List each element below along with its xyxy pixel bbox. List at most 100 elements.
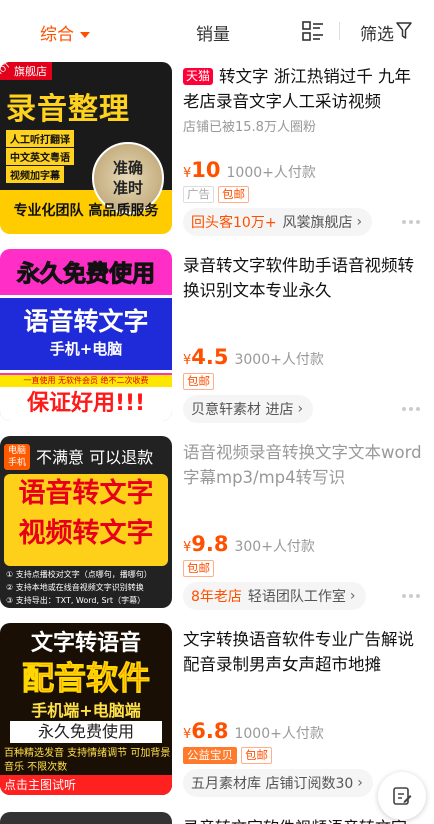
- product-info: 文字转换语音软件专业广告解说配音录制男声女声超市地摊: [183, 627, 422, 677]
- shop-link[interactable]: 贝意轩素材 进店 ›: [183, 395, 314, 423]
- feedback-button[interactable]: [378, 772, 426, 820]
- free-shipping-tag: 包邮: [183, 373, 214, 390]
- thumb-line: 视频加字幕: [6, 166, 64, 183]
- enter-shop-label: 进店: [265, 402, 294, 418]
- product-thumbnail[interactable]: 永久免费使用 语音转文字 手机+电脑 一直使用 无软件会员 绝不二次收费 保证好…: [0, 249, 172, 421]
- thumb-top-text: 永久免费使用: [17, 261, 156, 288]
- product-info: 录音转文字软件助手语音视频转换识别文本专业永久: [183, 253, 422, 303]
- sold-count: 3000+人付款: [234, 352, 324, 368]
- shop-name: 风裳旗舰店: [282, 215, 353, 231]
- tag-list: 公益宝贝 包邮: [183, 747, 272, 764]
- price-line: ¥ 4.5 3000+人付款: [183, 345, 324, 369]
- free-shipping-tag: 包邮: [241, 747, 272, 764]
- shop-subscribers: 店铺订阅数30: [265, 776, 354, 792]
- thumb-line: 人工听打翻译: [6, 130, 74, 147]
- sort-sales-tab[interactable]: 销量: [196, 20, 230, 45]
- price-line: ¥ 10 1000+人付款: [183, 158, 316, 182]
- product-price: 10: [191, 158, 221, 182]
- thumb-banner: 永久免费使用: [10, 721, 162, 743]
- product-price: 6.8: [191, 719, 229, 743]
- sold-count: 1000+人付款: [234, 726, 324, 742]
- chevron-right-icon: ›: [356, 214, 363, 230]
- free-shipping-tag: 包邮: [218, 186, 249, 203]
- caret-down-icon: [80, 32, 90, 38]
- ad-tag: 广告: [183, 186, 214, 203]
- shop-name: 贝意轩素材: [191, 402, 261, 418]
- product-title[interactable]: 天猫 转文字 浙江热销过千 九年老店录音文字人工采访视频: [183, 64, 422, 114]
- product-title: 录音转文字软件视频语音转文字: [183, 814, 407, 824]
- chevron-right-icon: ›: [357, 775, 363, 791]
- product-thumbnail[interactable]: 旗舰店 HOT 录音整理 人工听打翻译 中文英文粤语 视频加字幕 准确 准时 专…: [0, 62, 172, 234]
- shop-highlight: 8年老店: [191, 589, 242, 605]
- currency-symbol: ¥: [183, 353, 192, 368]
- chevron-right-icon: ›: [349, 588, 356, 604]
- tag-list: 广告 包邮: [183, 186, 249, 203]
- sold-count: 1000+人付款: [226, 165, 316, 181]
- sort-comprehensive-label: 综合: [40, 25, 74, 45]
- free-shipping-tag: 包邮: [183, 560, 214, 577]
- product-title[interactable]: 语音视频录音转换文字文本word字幕mp3/mp4转写识: [183, 440, 422, 490]
- product-thumbnail[interactable]: 电脑手机 不满意 可以退款 语音转文字 视频转文字 ① 支持点播校对文字（点哪句…: [0, 436, 172, 608]
- thumb-cta: 点击主图试听: [0, 775, 172, 795]
- shop-link[interactable]: 回头客10万+ 风裳旗舰店 ›: [183, 208, 373, 236]
- thumb-bottom-text: 保证好用!!!: [0, 387, 172, 421]
- product-title[interactable]: 录音转文字软件助手语音视频转换识别文本专业永久: [183, 253, 422, 303]
- thumb-banner: 语音转文字 手机+电脑: [0, 295, 172, 373]
- thumb-caption: 不满意 可以退款: [36, 448, 154, 467]
- edit-icon: [393, 787, 412, 805]
- divider: [339, 22, 340, 40]
- thumb-notes: ① 支持点播校对文字（点哪句，播哪句） ② 支持本地或在线音视频文字识别转换 ③…: [6, 568, 152, 607]
- thumb-headline: 配音软件: [21, 659, 150, 698]
- charity-tag: 公益宝贝: [183, 747, 237, 764]
- product-title-text: 转文字 浙江热销过千 九年老店录音文字人工采访视频: [183, 67, 412, 111]
- sort-comprehensive-tab[interactable]: 综合: [40, 20, 90, 45]
- price-line: ¥ 9.8 300+人付款: [183, 532, 315, 556]
- product-price: 4.5: [191, 345, 229, 369]
- thumb-note: ② 支持本地或在线音视频文字识别转换: [6, 583, 144, 592]
- product-thumbnail[interactable]: 文字转语音 配音软件 手机端+电脑端 永久免费使用 百种精选发音 支持情绪调节 …: [0, 623, 172, 795]
- more-options-icon[interactable]: [402, 220, 420, 224]
- thumb-note: ① 支持点播校对文字（点哪句，播哪句）: [6, 570, 152, 579]
- list-layout-icon[interactable]: [302, 20, 324, 42]
- shop-name: 五月素材库: [191, 776, 261, 792]
- chevron-right-icon: ›: [297, 401, 304, 417]
- currency-symbol: ¥: [183, 727, 192, 742]
- thumb-footer: 专业化团队 高品质服务: [13, 203, 159, 219]
- tmall-badge: 天猫: [183, 68, 214, 85]
- sort-bar: 综合 销量 筛选: [0, 0, 434, 62]
- next-product-peek: 录音转文字软件视频语音转文字: [0, 812, 434, 824]
- thumb-line: 视频转文字: [18, 518, 154, 549]
- filter-funnel-icon[interactable]: [396, 22, 412, 40]
- thumb-main-text: 语音转文字: [23, 307, 149, 336]
- thumb-card: 语音转文字 视频转文字: [4, 474, 168, 566]
- thumb-headline: 录音整理: [6, 92, 130, 127]
- thumb-seal-text: 准确: [112, 159, 143, 177]
- product-info: 语音视频录音转换文字文本word字幕mp3/mp4转写识: [183, 440, 422, 490]
- product-price: 9.8: [191, 532, 229, 556]
- thumb-seal-text: 准时: [112, 179, 143, 197]
- currency-symbol: ¥: [183, 166, 192, 181]
- currency-symbol: ¥: [183, 540, 192, 555]
- thumb-sub-text: 手机+电脑: [49, 340, 123, 358]
- filter-button[interactable]: 筛选: [360, 20, 394, 45]
- thumb-line: 语音转文字: [18, 478, 154, 509]
- shop-highlight: 回头客10万+: [191, 215, 277, 231]
- thumb-features: 百种精选发音 支持情绪调节 可加背景音乐 不限次数: [4, 748, 171, 773]
- thumb-line: 中文英文粤语: [6, 148, 74, 165]
- shop-link[interactable]: 8年老店 轻语团队工作室 ›: [183, 582, 366, 610]
- product-subtitle: 店铺已被15.8万人圈粉: [183, 120, 316, 135]
- shop-name: 轻语团队工作室: [247, 589, 346, 605]
- thumb-device-badge: 电脑手机: [4, 444, 30, 470]
- product-info: 天猫 转文字 浙江热销过千 九年老店录音文字人工采访视频 店铺已被15.8万人圈粉: [183, 64, 422, 135]
- product-title[interactable]: 文字转换语音软件专业广告解说配音录制男声女声超市地摊: [183, 627, 422, 677]
- thumb-strip: 一直使用 无软件会员 绝不二次收费: [0, 375, 172, 387]
- product-thumbnail: [0, 812, 172, 824]
- shop-link[interactable]: 五月素材库 店铺订阅数30 ›: [183, 769, 373, 797]
- price-line: ¥ 6.8 1000+人付款: [183, 719, 324, 743]
- thumb-sub-text: 手机端+电脑端: [31, 701, 141, 720]
- more-options-icon[interactable]: [402, 594, 420, 598]
- thumb-note: ③ 支持导出：TXT, Word, Srt（字幕）: [6, 596, 146, 605]
- more-options-icon[interactable]: [402, 407, 420, 411]
- sold-count: 300+人付款: [234, 539, 315, 555]
- tag-list: 包邮: [183, 560, 214, 577]
